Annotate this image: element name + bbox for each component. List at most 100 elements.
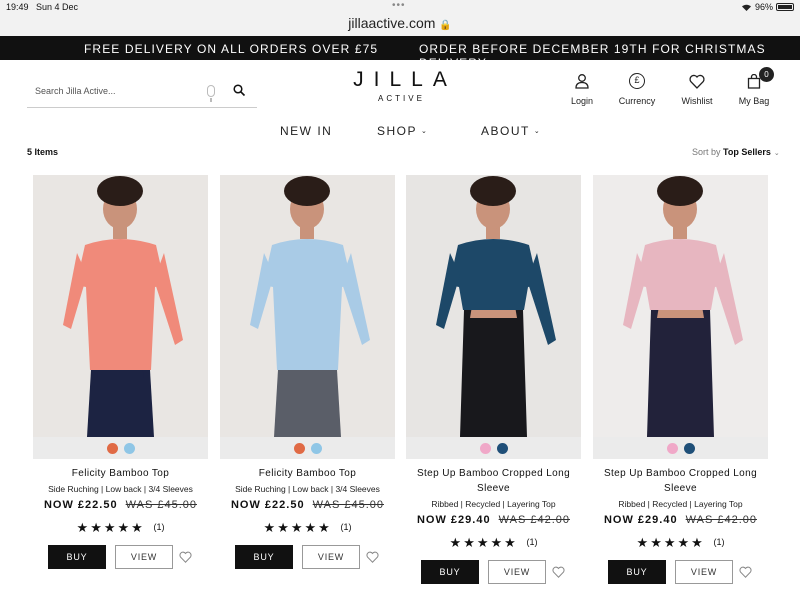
wishlist-heart-button[interactable] — [366, 550, 379, 568]
battery-icon — [776, 3, 794, 11]
product-price: NOW £29.40 WAS £42.00 — [593, 514, 768, 526]
star-icons: ★★★★★ — [76, 520, 145, 535]
product-image[interactable] — [593, 175, 768, 437]
product-subtitle: Side Ruching | Low back | 3/4 Sleeves — [235, 484, 380, 494]
logo-brand: JILLA — [353, 68, 457, 91]
items-count: 5 Items — [27, 147, 59, 157]
colour-swatch[interactable] — [106, 442, 118, 454]
product-rating[interactable]: ★★★★★ (1) — [220, 520, 395, 536]
buy-button[interactable]: BUY — [608, 560, 666, 584]
review-count: (1) — [526, 537, 538, 547]
wishlist-link[interactable]: Wishlist — [676, 72, 718, 106]
buy-button[interactable]: BUY — [48, 545, 106, 569]
product-price: NOW £22.50 WAS £45.00 — [220, 499, 395, 511]
bag-label: My Bag — [738, 96, 770, 106]
wishlist-label: Wishlist — [681, 96, 713, 106]
wishlist-heart-button[interactable] — [179, 550, 192, 568]
product-card[interactable]: Step Up Bamboo Cropped Long Sleeve Ribbe… — [593, 175, 768, 584]
product-rating[interactable]: ★★★★★ (1) — [406, 535, 581, 551]
chevron-down-icon: ⌄ — [421, 128, 429, 135]
search-input[interactable] — [35, 86, 195, 96]
colour-swatch[interactable] — [683, 442, 695, 454]
chevron-down-icon: ⌄ — [533, 128, 542, 135]
product-price: NOW £29.40 WAS £42.00 — [406, 514, 581, 526]
product-rating[interactable]: ★★★★★ (1) — [33, 520, 208, 536]
price-now: NOW £22.50 — [230, 499, 305, 511]
model-top — [263, 239, 352, 370]
colour-swatch[interactable] — [479, 442, 491, 454]
review-count: (1) — [153, 522, 165, 532]
product-image[interactable] — [406, 175, 581, 437]
sort-value: Top Sellers — [723, 147, 771, 157]
review-count: (1) — [340, 522, 352, 532]
lock-icon: 🔒 — [439, 20, 452, 31]
colour-swatch[interactable] — [123, 442, 135, 454]
product-rating[interactable]: ★★★★★ (1) — [593, 535, 768, 551]
view-button[interactable]: VIEW — [115, 545, 173, 569]
status-time: 19:49 — [6, 2, 29, 12]
product-title[interactable]: Step Up Bamboo Cropped Long Sleeve — [593, 466, 768, 496]
product-subtitle: Ribbed | Recycled | Layering Top — [431, 499, 556, 509]
heart-icon — [739, 566, 752, 578]
chevron-down-icon: ⌄ — [773, 150, 780, 157]
nav-new-in[interactable]: NEW IN — [280, 124, 332, 138]
wifi-icon — [741, 4, 751, 11]
site-logo[interactable]: JILLA ACTIVE — [340, 68, 460, 103]
colour-swatches — [33, 437, 208, 459]
product-title[interactable]: Felicity Bamboo Top — [220, 466, 395, 481]
user-icon — [575, 74, 589, 89]
colour-swatches — [593, 437, 768, 459]
model-hair — [657, 176, 703, 206]
bag-link[interactable]: 0 My Bag — [734, 67, 774, 106]
currency-selector[interactable]: £ Currency — [614, 72, 660, 106]
model-figure — [63, 176, 183, 437]
microphone-icon[interactable] — [207, 85, 215, 102]
model-legs — [460, 310, 527, 437]
model-hair — [284, 176, 330, 206]
product-title[interactable]: Felicity Bamboo Top — [33, 466, 208, 481]
review-count: (1) — [713, 537, 725, 547]
product-card[interactable]: Felicity Bamboo Top Side Ruching | Low b… — [33, 175, 208, 569]
promo-christmas-delivery[interactable]: ORDER BEFORE DECEMBER 19TH FOR CHRISTMAS… — [419, 42, 800, 70]
product-image[interactable] — [220, 175, 395, 437]
star-icons: ★★★★★ — [263, 520, 332, 535]
view-button[interactable]: VIEW — [488, 560, 546, 584]
currency-label: Currency — [618, 96, 656, 106]
model-top — [76, 239, 165, 370]
url-text: jillaactive.com — [348, 15, 436, 31]
sort-dropdown[interactable]: Sort by Top Sellers ⌄ — [692, 147, 780, 157]
nav-shop[interactable]: SHOP ⌄ — [377, 124, 428, 138]
star-icons: ★★★★★ — [636, 535, 705, 550]
price-was: WAS £42.00 — [498, 514, 570, 526]
model-hair — [470, 176, 516, 206]
buy-button[interactable]: BUY — [235, 545, 293, 569]
colour-swatch[interactable] — [293, 442, 305, 454]
product-card[interactable]: Felicity Bamboo Top Side Ruching | Low b… — [220, 175, 395, 569]
nav-about[interactable]: ABOUT ⌄ — [481, 124, 541, 138]
model-figure — [623, 176, 743, 437]
price-now: NOW £29.40 — [416, 514, 491, 526]
bag-count-badge: 0 — [759, 67, 774, 82]
product-actions: BUY VIEW — [33, 545, 208, 569]
wishlist-heart-button[interactable] — [552, 565, 565, 583]
address-bar[interactable]: jillaactive.com 🔒 — [0, 14, 800, 36]
colour-swatch[interactable] — [310, 442, 322, 454]
view-button[interactable]: VIEW — [302, 545, 360, 569]
product-image[interactable] — [33, 175, 208, 437]
search-button[interactable] — [233, 84, 246, 102]
product-price: NOW £22.50 WAS £45.00 — [33, 499, 208, 511]
logo-sub: ACTIVE — [378, 94, 425, 103]
price-was: WAS £45.00 — [125, 499, 197, 511]
product-title[interactable]: Step Up Bamboo Cropped Long Sleeve — [406, 466, 581, 496]
login-link[interactable]: Login — [566, 72, 598, 106]
colour-swatch[interactable] — [496, 442, 508, 454]
wishlist-heart-button[interactable] — [739, 565, 752, 583]
buy-button[interactable]: BUY — [421, 560, 479, 584]
multitask-dots-icon[interactable]: ••• — [392, 0, 406, 11]
promo-free-delivery[interactable]: FREE DELIVERY ON ALL ORDERS OVER £75 — [84, 42, 378, 56]
product-actions: BUY VIEW — [593, 560, 768, 584]
colour-swatch[interactable] — [666, 442, 678, 454]
product-card[interactable]: Step Up Bamboo Cropped Long Sleeve Ribbe… — [406, 175, 581, 584]
nav-about-label: ABOUT — [481, 124, 530, 138]
view-button[interactable]: VIEW — [675, 560, 733, 584]
